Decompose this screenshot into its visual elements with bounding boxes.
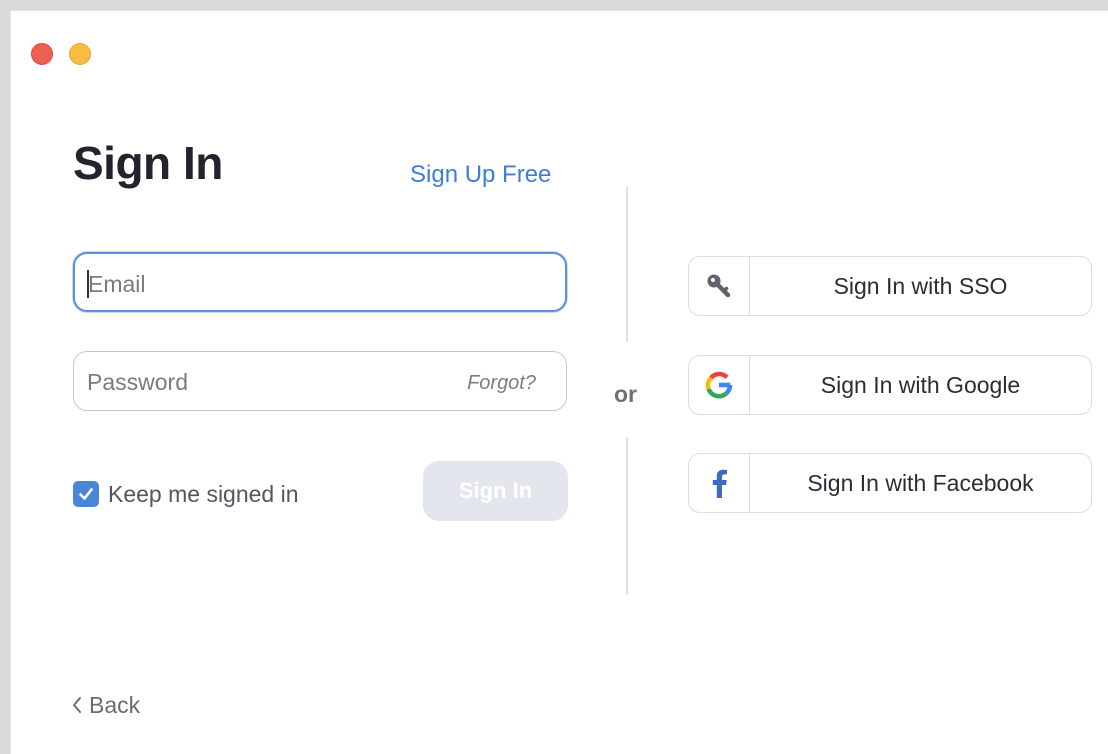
keep-signed-in-label: Keep me signed in — [108, 481, 299, 507]
email-placeholder: Email — [88, 271, 146, 297]
window-close-button[interactable] — [31, 43, 53, 65]
checkmark-icon — [79, 488, 93, 500]
divider-top — [626, 187, 628, 342]
sign-in-sso-button[interactable]: Sign In with SSO — [688, 256, 1092, 316]
sign-in-google-button[interactable]: Sign In with Google — [688, 355, 1092, 415]
divider-bottom — [626, 437, 628, 595]
chevron-left-icon — [73, 697, 81, 713]
google-icon — [689, 356, 750, 414]
window-minimize-button[interactable] — [69, 43, 91, 65]
key-icon — [689, 257, 750, 315]
back-label: Back — [89, 692, 141, 718]
password-field[interactable]: Password Forgot? — [73, 351, 567, 411]
email-field[interactable]: Email — [73, 252, 567, 312]
back-button[interactable]: Back — [71, 691, 140, 719]
page-title: Sign In — [73, 137, 223, 189]
facebook-icon — [689, 454, 750, 512]
forgot-password-link[interactable]: Forgot? — [467, 371, 536, 395]
sign-in-google-label: Sign In with Google — [820, 372, 1021, 398]
password-placeholder: Password — [87, 369, 188, 395]
sign-up-free-link[interactable]: Sign Up Free — [410, 159, 551, 191]
keep-signed-in-checkbox[interactable] — [73, 481, 99, 507]
or-separator: or — [614, 381, 637, 407]
sign-in-facebook-label: Sign In with Facebook — [807, 470, 1034, 496]
sign-in-facebook-button[interactable]: Sign In with Facebook — [688, 453, 1092, 513]
keep-signed-in[interactable]: Keep me signed in — [73, 480, 299, 508]
sign-in-window: Sign In Sign Up Free Email Password Forg… — [10, 10, 1108, 754]
sign-in-button[interactable]: Sign In — [423, 461, 568, 521]
sign-in-sso-label: Sign In with SSO — [833, 273, 1008, 299]
